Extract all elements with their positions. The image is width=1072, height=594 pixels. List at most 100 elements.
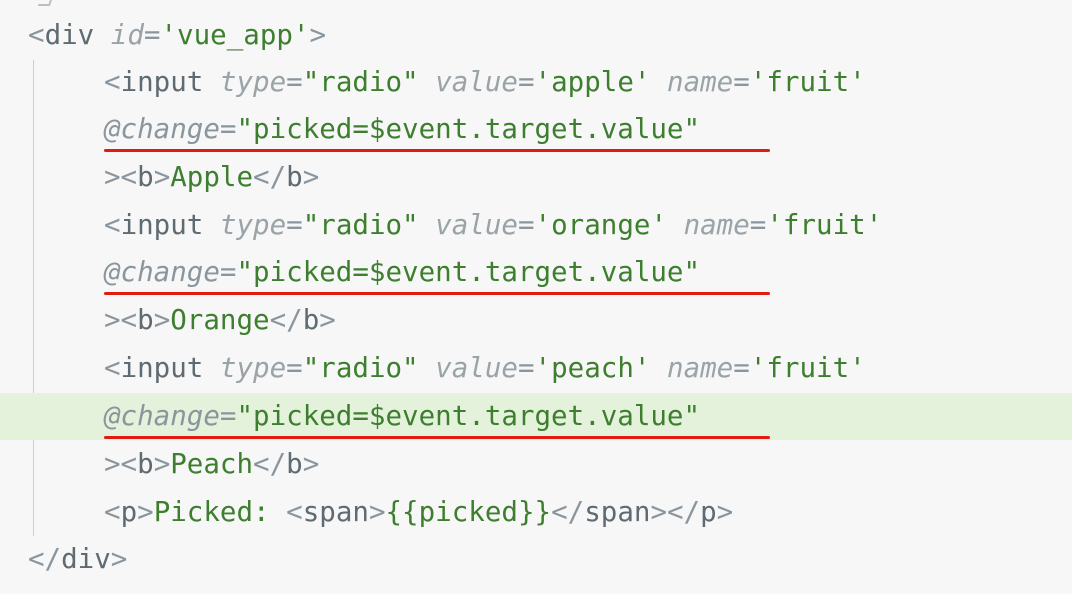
code-token-text: Apple [170, 161, 254, 193]
code-line-content: ><b>Apple</b> [104, 154, 319, 201]
code-line-8[interactable]: <input type="radio" value='peach' name='… [0, 345, 1072, 392]
code-token-text: Orange [170, 304, 270, 336]
code-token-punct: < [28, 19, 45, 51]
code-line-content: </div> [28, 536, 127, 583]
code-token-tag: span [302, 496, 369, 528]
code-line-4[interactable]: ><b>Apple</b> [0, 154, 1072, 201]
code-line-5[interactable]: <input type="radio" value='orange' name=… [0, 202, 1072, 249]
code-token-str: "picked=$event.target.value" [236, 113, 701, 145]
code-line-3[interactable]: @change="picked=$event.target.value" [0, 106, 1072, 153]
code-token-attr: id [110, 19, 144, 51]
code-token-text: {{picked}} [385, 496, 552, 528]
code-token-tag: input [120, 352, 204, 384]
code-line-6[interactable]: @change="picked=$event.target.value" [0, 249, 1072, 296]
code-token-tag: b [286, 161, 303, 193]
red-underline [104, 149, 770, 152]
code-token-str: "picked=$event.target.value" [236, 256, 701, 288]
code-token-punct: </ [551, 496, 585, 528]
code-token-punct [650, 352, 667, 384]
code-token-punct: >< [104, 161, 138, 193]
code-line-2[interactable]: <input type="radio" value='apple' name='… [0, 59, 1072, 106]
code-token-punct: </ [269, 304, 303, 336]
code-token-punct [667, 209, 684, 241]
code-token-str: 'vue_app' [160, 19, 310, 51]
code-line-7[interactable]: ><b>Orange</b> [0, 297, 1072, 344]
code-token-punct: = [517, 66, 535, 98]
code-token-str: 'peach' [534, 352, 651, 384]
code-line-9-highlighted[interactable]: @change="picked=$event.target.value" [0, 393, 1072, 440]
code-token-attr: value [435, 66, 518, 98]
code-token-punct: > [716, 496, 734, 528]
code-token-punct: > [153, 448, 171, 480]
code-line-content: <input type="radio" value='peach' name='… [104, 345, 866, 392]
code-token-str: "radio" [302, 352, 419, 384]
code-token-punct: ></ [650, 496, 701, 528]
code-token-punct [203, 66, 220, 98]
code-line-content: <input type="radio" value='orange' name=… [104, 202, 882, 249]
code-editor[interactable]: <div id='vue_app'> <input type="radio" v… [0, 0, 1072, 594]
code-token-attr: name [667, 66, 734, 98]
code-token-punct: = [733, 352, 750, 384]
code-token-punct: > [309, 19, 327, 51]
code-token-punct [203, 209, 220, 241]
code-token-tag: b [137, 161, 154, 193]
code-token-punct: = [143, 19, 161, 51]
red-underline [104, 436, 770, 439]
code-token-attr: type [219, 66, 287, 98]
code-token-punct [94, 19, 111, 51]
code-line-content: @change="picked=$event.target.value" [104, 249, 700, 296]
code-token-punct: = [286, 209, 303, 241]
code-token-punct: </ [253, 161, 287, 193]
code-token-punct: < [104, 496, 121, 528]
code-line-11[interactable]: <p>Picked: <span>{{picked}}</span></p> [0, 489, 1072, 536]
code-line-1[interactable]: <div id='vue_app'> [0, 12, 1072, 59]
code-token-tag: input [120, 209, 204, 241]
code-line-content: ><b>Orange</b> [104, 297, 336, 344]
code-token-attr: type [219, 209, 287, 241]
code-token-punct [419, 209, 436, 241]
code-line-content: @change="picked=$event.target.value" [104, 393, 700, 440]
code-token-punct: </ [28, 543, 62, 575]
code-line-12[interactable]: </div> [0, 536, 1072, 583]
code-token-punct: >< [104, 448, 138, 480]
code-token-punct: = [219, 113, 237, 145]
code-line-10[interactable]: ><b>Peach</b> [0, 441, 1072, 488]
code-token-punct [419, 352, 436, 384]
code-token-punct: > [153, 304, 171, 336]
code-token-punct: </ [253, 448, 287, 480]
code-token-punct: > [302, 448, 320, 480]
code-token-directive: @change [104, 400, 220, 432]
code-token-punct: < [104, 66, 121, 98]
code-token-punct: = [286, 352, 303, 384]
code-token-tag: b [137, 304, 154, 336]
code-token-directive: @change [104, 113, 220, 145]
code-token-punct: = [219, 256, 237, 288]
code-token-attr: value [435, 209, 518, 241]
code-token-str: 'fruit' [749, 66, 866, 98]
code-token-punct [419, 66, 436, 98]
code-token-attr: name [667, 352, 734, 384]
code-token-str: 'fruit' [749, 352, 866, 384]
code-token-punct [650, 66, 667, 98]
code-token-tag: div [61, 543, 111, 575]
code-token-punct: > [302, 161, 320, 193]
code-token-punct: > [319, 304, 336, 336]
code-line-content: <p>Picked: <span>{{picked}}</span></p> [104, 489, 733, 536]
code-token-tag: b [302, 304, 320, 336]
code-token-str: "radio" [302, 66, 419, 98]
code-line-content: @change="picked=$event.target.value" [104, 106, 700, 153]
code-token-tag: p [120, 496, 138, 528]
code-token-str: 'apple' [534, 66, 651, 98]
code-token-punct: < [286, 496, 303, 528]
code-line-content: ><b>Peach</b> [104, 441, 319, 488]
code-token-str: "picked=$event.target.value" [236, 400, 701, 432]
code-token-text: Picked: [153, 496, 287, 528]
scroll-artifact [37, 0, 55, 6]
code-token-punct: > [137, 496, 154, 528]
code-token-str: 'orange' [534, 209, 667, 241]
code-token-str: "radio" [302, 209, 419, 241]
code-token-directive: @change [104, 256, 220, 288]
code-token-punct: = [749, 209, 767, 241]
code-token-tag: p [700, 496, 717, 528]
code-token-punct: < [104, 209, 121, 241]
